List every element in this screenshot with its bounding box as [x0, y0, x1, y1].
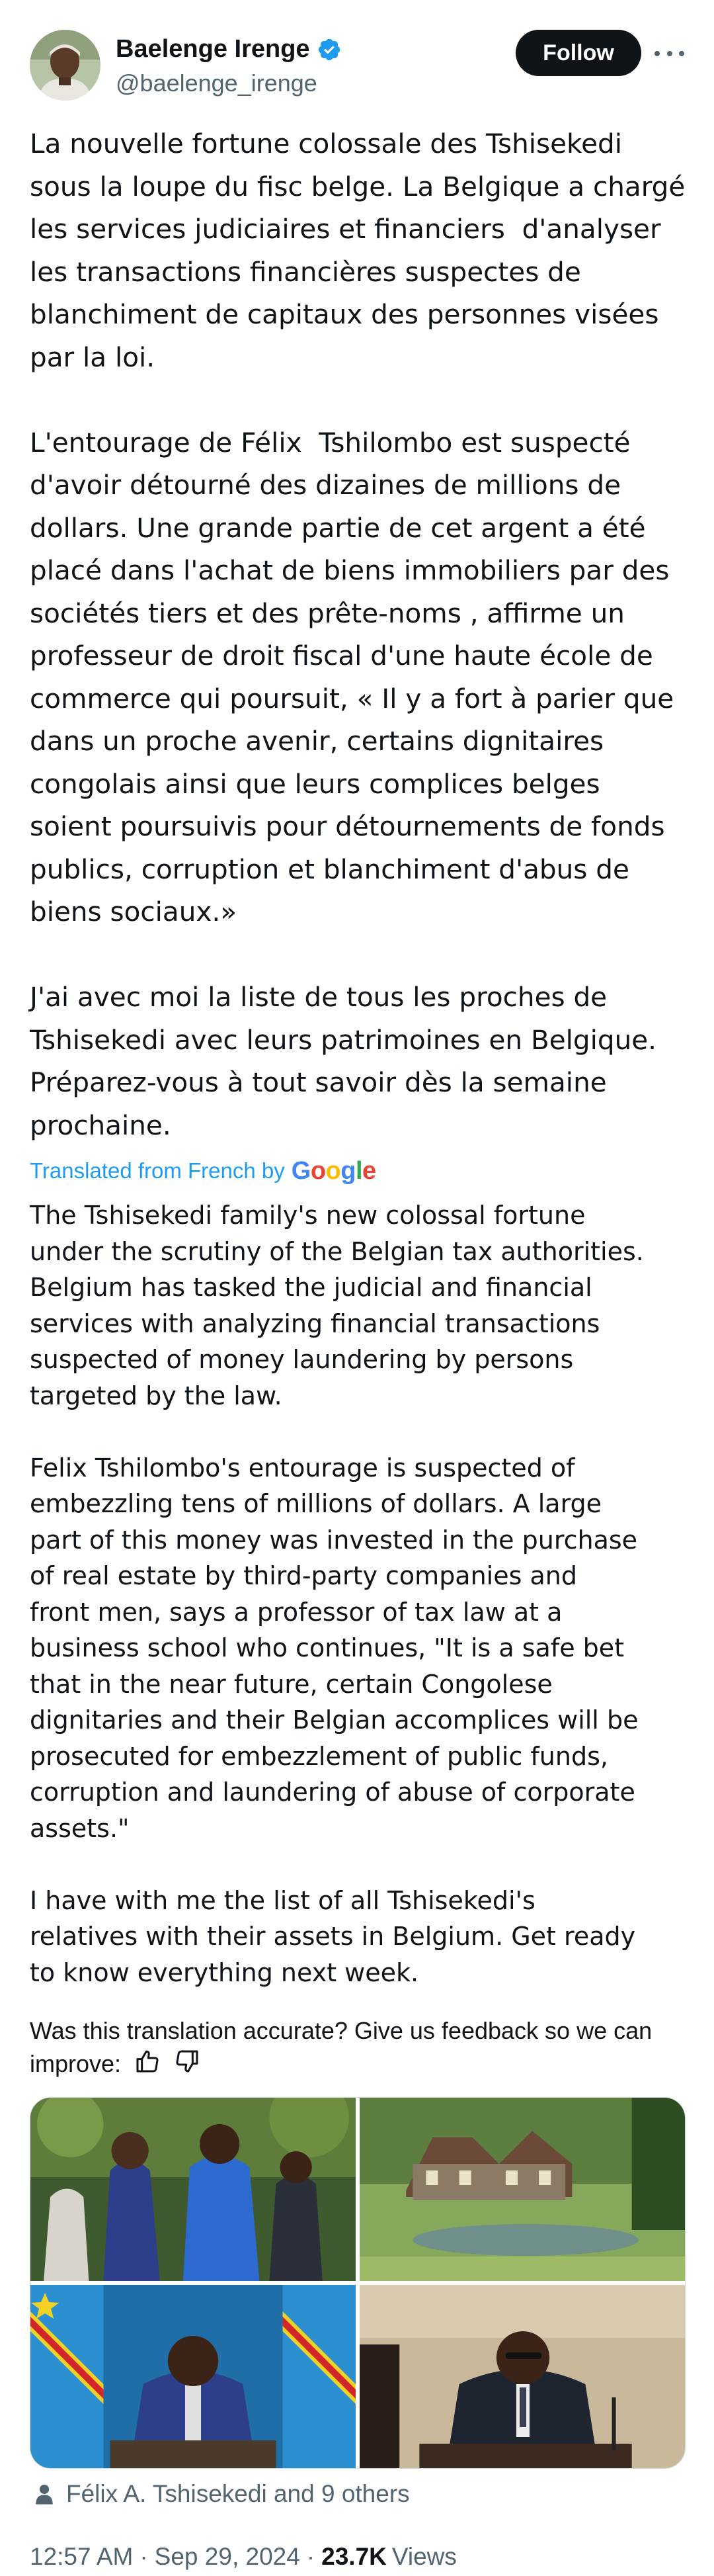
- google-logo: Google: [291, 1156, 376, 1185]
- thumbs-down-icon[interactable]: [174, 2048, 200, 2083]
- tweet-header: Baelenge Irenge @baelenge_irenge Follow: [30, 30, 684, 106]
- media-grid: [30, 2097, 686, 2469]
- translated-from-label[interactable]: Translated from French by: [30, 1158, 285, 1183]
- photo-official-at-desk[interactable]: [360, 2285, 685, 2468]
- photo-mansion-lawn[interactable]: [360, 2098, 685, 2281]
- author-handle[interactable]: @baelenge_irenge: [116, 69, 317, 97]
- translation-attribution[interactable]: Translated from French by Google: [30, 1156, 376, 1185]
- feedback-prompt: Was this translation accurate? Give us f…: [30, 2017, 653, 2077]
- author-name[interactable]: Baelenge Irenge: [116, 35, 310, 64]
- author-name-row[interactable]: Baelenge Irenge: [116, 35, 342, 64]
- tagged-people[interactable]: Félix A. Tshisekedi and 9 others: [33, 2477, 410, 2511]
- tweet-date[interactable]: Sep 29, 2024: [155, 2543, 300, 2571]
- thumbs-up-icon[interactable]: [134, 2048, 161, 2083]
- tweet-original-text: La nouvelle fortune colossale des Tshise…: [30, 128, 686, 1141]
- photo-officials-walking[interactable]: [30, 2098, 356, 2281]
- follow-button[interactable]: Follow: [516, 30, 641, 76]
- tweet-meta: 12:57 AM · Sep 29, 2024 · 23.7K Views: [30, 2540, 457, 2573]
- views-label: Views: [391, 2543, 457, 2570]
- views-count[interactable]: 23.7K: [321, 2543, 387, 2571]
- verified-badge-icon: [318, 38, 340, 60]
- person-icon: [36, 2484, 53, 2505]
- tagged-people-text[interactable]: Félix A. Tshisekedi and 9 others: [66, 2480, 410, 2508]
- meta-separator: ·: [306, 2543, 315, 2570]
- tweet-time[interactable]: 12:57 AM: [30, 2543, 133, 2571]
- meta-separator: ·: [139, 2543, 148, 2570]
- avatar[interactable]: [30, 30, 100, 101]
- more-horizontal-icon[interactable]: [654, 42, 684, 65]
- tweet-translated-text: The Tshisekedi family's new colossal for…: [30, 1201, 644, 1987]
- photo-official-with-flag[interactable]: [30, 2285, 356, 2468]
- translation-feedback: Was this translation accurate? Give us f…: [30, 2014, 691, 2083]
